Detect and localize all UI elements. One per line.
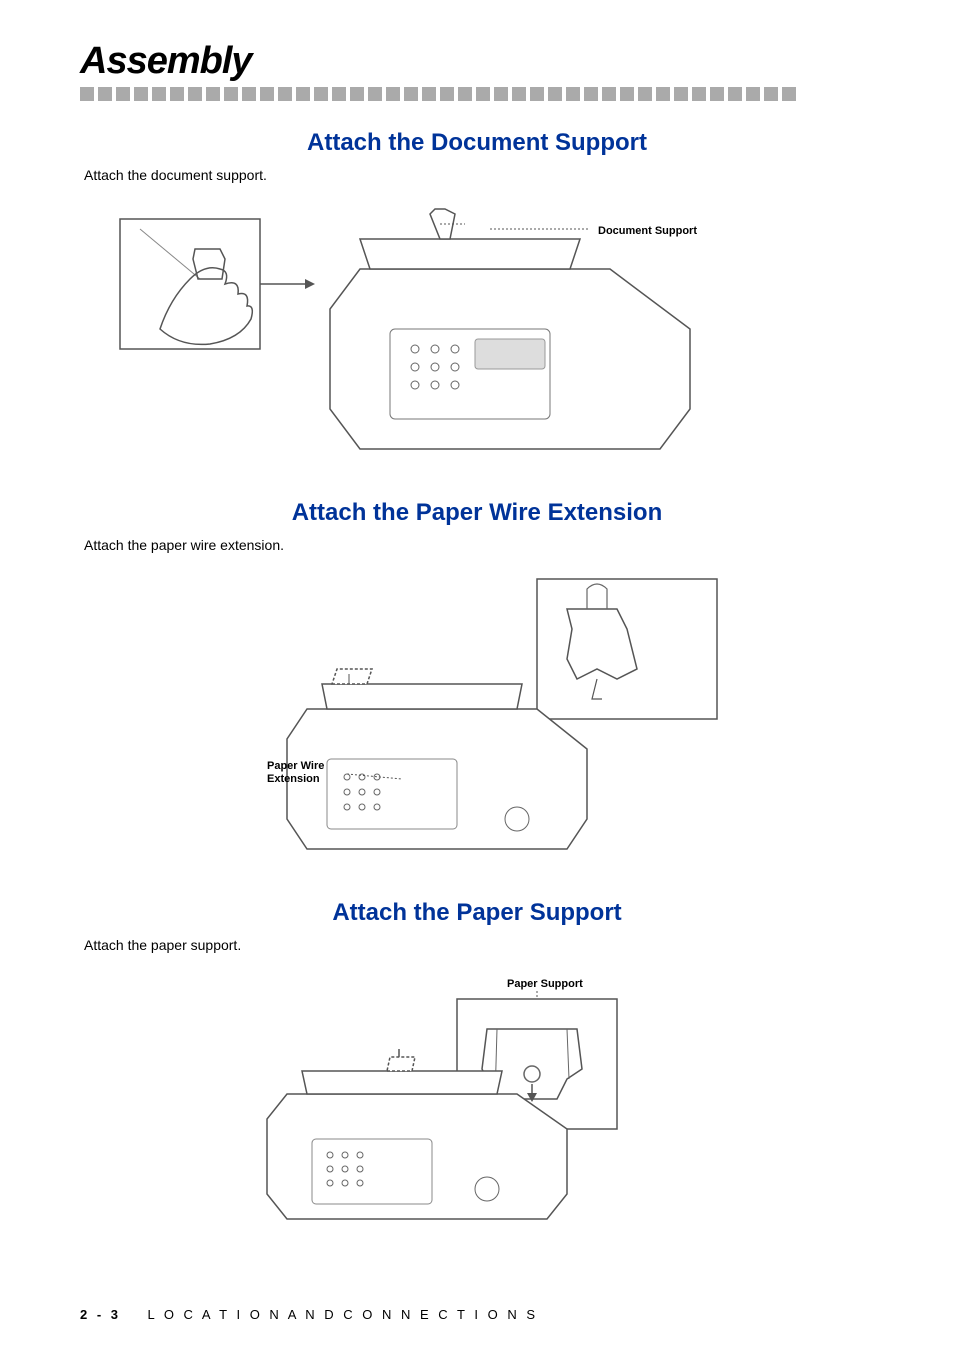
svg-text:Paper Support: Paper Support — [507, 978, 583, 990]
footer-text: L O C A T I O N A N D C O N N E C T I O … — [147, 1307, 538, 1322]
section-3-desc: Attach the paper support. — [84, 937, 874, 953]
page-title: Assembly — [80, 40, 874, 83]
section-2-desc: Attach the paper wire extension. — [84, 537, 874, 553]
illustration-3: Paper Support — [237, 969, 717, 1229]
svg-text:Extension: Extension — [267, 773, 320, 785]
illustration-2: Paper Wire Extension — [217, 569, 737, 859]
section-3-heading: Attach the Paper Support — [80, 899, 874, 927]
section-paper-support: Attach the Paper Support Attach the pape… — [80, 899, 874, 1229]
footer-page-number: 2 - 3 — [80, 1307, 121, 1322]
svg-text:Document Support: Document Support — [598, 225, 697, 237]
footer: 2 - 3 L O C A T I O N A N D C O N N E C … — [80, 1307, 538, 1322]
section-document-support: Attach the Document Support Attach the d… — [80, 129, 874, 459]
divider-line — [80, 87, 874, 101]
svg-text:Paper Wire: Paper Wire — [267, 760, 324, 772]
section-1-heading: Attach the Document Support — [80, 129, 874, 157]
illustration-1: Document Support — [110, 199, 730, 459]
section-2-heading: Attach the Paper Wire Extension — [80, 499, 874, 527]
section-paper-wire: Attach the Paper Wire Extension Attach t… — [80, 499, 874, 859]
section-1-desc: Attach the document support. — [84, 167, 874, 183]
